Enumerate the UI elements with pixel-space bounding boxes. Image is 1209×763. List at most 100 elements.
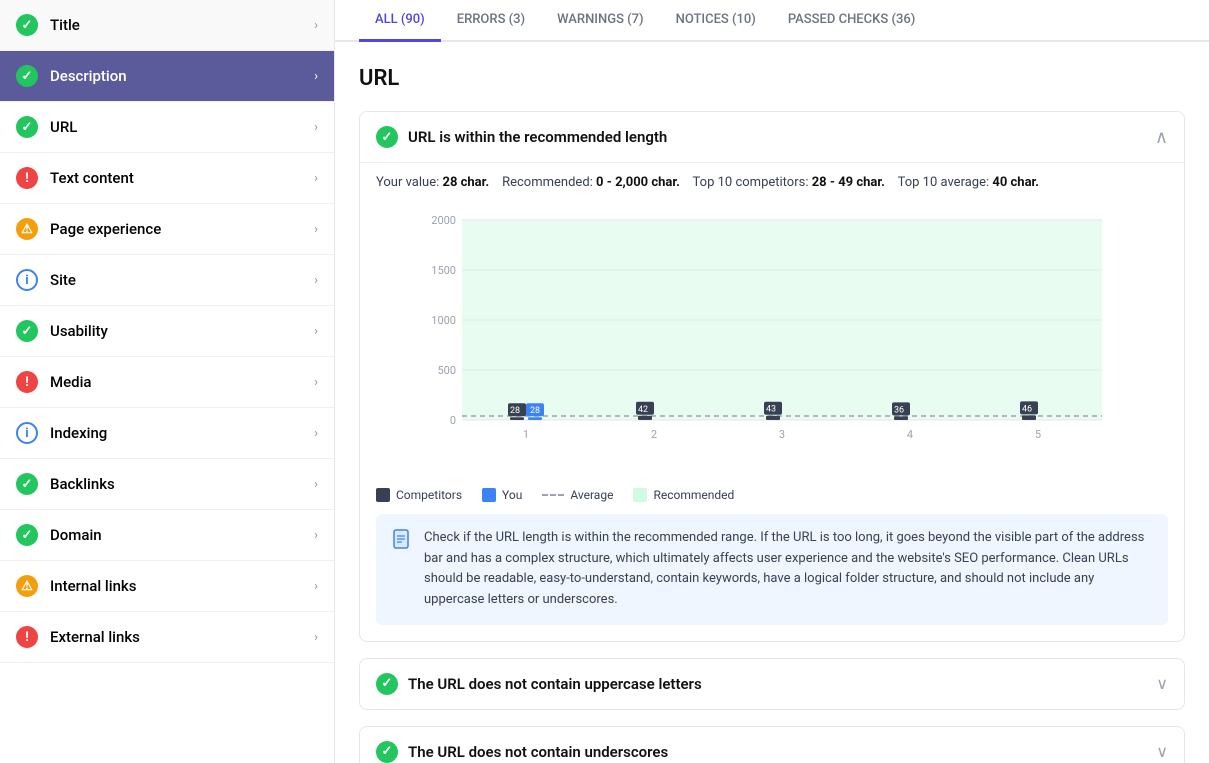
sidebar-item-description[interactable]: ✓ Description › (0, 51, 334, 102)
check-status-icon-url-underscores: ✓ (376, 741, 398, 763)
status-icon-domain: ✓ (16, 524, 38, 546)
chevron-down-icon-url-uppercase: ∨ (1156, 674, 1168, 693)
sidebar-label-site: Site (50, 271, 76, 289)
check-header-url-length[interactable]: ✓ URL is within the recommended length ∧ (360, 112, 1184, 162)
sidebar-item-left: ✓ Backlinks (16, 473, 115, 495)
svg-text:1000: 1000 (431, 314, 456, 327)
status-icon-url: ✓ (16, 116, 38, 138)
sidebar-item-left: ✓ Title (16, 14, 80, 36)
check-title-url-underscores: The URL does not contain underscores (408, 743, 668, 761)
tab-errors[interactable]: ERRORS (3) (441, 0, 541, 42)
tab-notices[interactable]: NOTICES (10) (660, 0, 772, 42)
sidebar-item-left: ✓ Domain (16, 524, 102, 546)
competitors-label: Top 10 competitors: (693, 175, 809, 190)
chevron-icon-text-content: › (314, 171, 318, 186)
sidebar-label-text-content: Text content (50, 169, 134, 187)
sidebar-label-indexing: Indexing (50, 424, 107, 442)
svg-text:5: 5 (1035, 428, 1041, 441)
recommended: 0 - 2,000 char. (596, 175, 680, 190)
sidebar-label-title: Title (50, 16, 80, 34)
sidebar-label-backlinks: Backlinks (50, 475, 115, 493)
svg-text:1500: 1500 (431, 264, 456, 277)
chevron-icon-indexing: › (314, 426, 318, 441)
sidebar-item-text-content[interactable]: ! Text content › (0, 153, 334, 204)
sidebar-item-left: ! External links (16, 626, 140, 648)
check-card-url-length: ✓ URL is within the recommended length ∧… (359, 111, 1185, 642)
chart-container: 2000150010005000 28281422433364465 (376, 210, 1168, 480)
chevron-icon-internal-links: › (314, 579, 318, 594)
svg-text:2: 2 (651, 428, 657, 441)
sidebar-item-title[interactable]: ✓ Title › (0, 0, 334, 51)
tabs-bar: ALL (90)ERRORS (3)WARNINGS (7)NOTICES (1… (335, 0, 1209, 42)
sidebar-label-usability: Usability (50, 322, 108, 340)
check-title-url-length: URL is within the recommended length (408, 128, 667, 146)
svg-text:36: 36 (894, 405, 904, 415)
sidebar-item-external-links[interactable]: ! External links › (0, 612, 334, 663)
sidebar: ✓ Title › ✓ Description › ✓ URL › ! Text… (0, 0, 335, 763)
sidebar-item-indexing[interactable]: i Indexing › (0, 408, 334, 459)
status-icon-page-experience: ⚠ (16, 218, 38, 240)
status-icon-title: ✓ (16, 14, 38, 36)
chart-svg: 2000150010005000 28281422433364465 (376, 210, 1168, 450)
check-card-url-uppercase: ✓ The URL does not contain uppercase let… (359, 658, 1185, 710)
info-document-icon (392, 529, 412, 611)
legend-you-color (482, 488, 496, 502)
svg-text:1: 1 (523, 428, 529, 441)
legend-recommended: Recommended (633, 488, 734, 502)
sidebar-item-media[interactable]: ! Media › (0, 357, 334, 408)
svg-text:500: 500 (437, 364, 456, 377)
chevron-icon-title: › (314, 18, 318, 33)
chevron-icon-media: › (314, 375, 318, 390)
tab-all[interactable]: ALL (90) (359, 0, 441, 42)
svg-text:46: 46 (1022, 404, 1032, 414)
sidebar-label-page-experience: Page experience (50, 220, 161, 238)
tab-warnings[interactable]: WARNINGS (7) (541, 0, 660, 42)
check-header-url-uppercase[interactable]: ✓ The URL does not contain uppercase let… (360, 659, 1184, 709)
svg-text:2000: 2000 (431, 214, 456, 227)
svg-text:3: 3 (779, 428, 785, 441)
sidebar-item-url[interactable]: ✓ URL › (0, 102, 334, 153)
check-status-icon-url-uppercase: ✓ (376, 673, 398, 695)
legend-recommended-color (633, 488, 647, 502)
status-icon-description: ✓ (16, 65, 38, 87)
legend-recommended-label: Recommended (653, 488, 734, 502)
status-icon-site: i (16, 269, 38, 291)
legend-competitors: Competitors (376, 488, 462, 502)
check-card-url-underscores: ✓ The URL does not contain underscores ∨ (359, 726, 1185, 763)
chevron-icon-description: › (314, 69, 318, 84)
tab-passed[interactable]: PASSED CHECKS (36) (772, 0, 931, 42)
status-icon-indexing: i (16, 422, 38, 444)
status-icon-internal-links: ⚠ (16, 575, 38, 597)
svg-text:43: 43 (766, 404, 776, 414)
status-icon-media: ! (16, 371, 38, 393)
sidebar-item-usability[interactable]: ✓ Usability › (0, 306, 334, 357)
sidebar-label-internal-links: Internal links (50, 577, 136, 595)
chevron-down-icon-url-underscores: ∨ (1156, 742, 1168, 761)
page-title: URL (359, 66, 1185, 91)
sidebar-item-left: ✓ URL (16, 116, 77, 138)
check-header-url-underscores[interactable]: ✓ The URL does not contain underscores ∨ (360, 727, 1184, 763)
chevron-icon-domain: › (314, 528, 318, 543)
sidebar-item-page-experience[interactable]: ⚠ Page experience › (0, 204, 334, 255)
sidebar-item-left: ⚠ Page experience (16, 218, 161, 240)
chart-legend: Competitors You Average Recommended (376, 488, 1168, 502)
legend-competitors-color (376, 488, 390, 502)
value-label: Your value: (376, 175, 439, 190)
svg-text:0: 0 (450, 414, 456, 427)
legend-average: Average (542, 488, 613, 502)
sidebar-item-left: ✓ Usability (16, 320, 108, 342)
sidebar-label-url: URL (50, 118, 77, 136)
sidebar-item-site[interactable]: i Site › (0, 255, 334, 306)
sidebar-item-domain[interactable]: ✓ Domain › (0, 510, 334, 561)
sidebar-item-backlinks[interactable]: ✓ Backlinks › (0, 459, 334, 510)
chevron-icon-backlinks: › (314, 477, 318, 492)
legend-average-dash (542, 494, 564, 496)
main-content: ALL (90)ERRORS (3)WARNINGS (7)NOTICES (1… (335, 0, 1209, 763)
chevron-icon-page-experience: › (314, 222, 318, 237)
legend-you-label: You (502, 488, 522, 502)
svg-text:4: 4 (907, 428, 913, 441)
average-label: Top 10 average: (898, 175, 990, 190)
chevron-up-icon-url-length: ∧ (1155, 127, 1168, 148)
sidebar-item-internal-links[interactable]: ⚠ Internal links › (0, 561, 334, 612)
sidebar-item-left: ⚠ Internal links (16, 575, 136, 597)
